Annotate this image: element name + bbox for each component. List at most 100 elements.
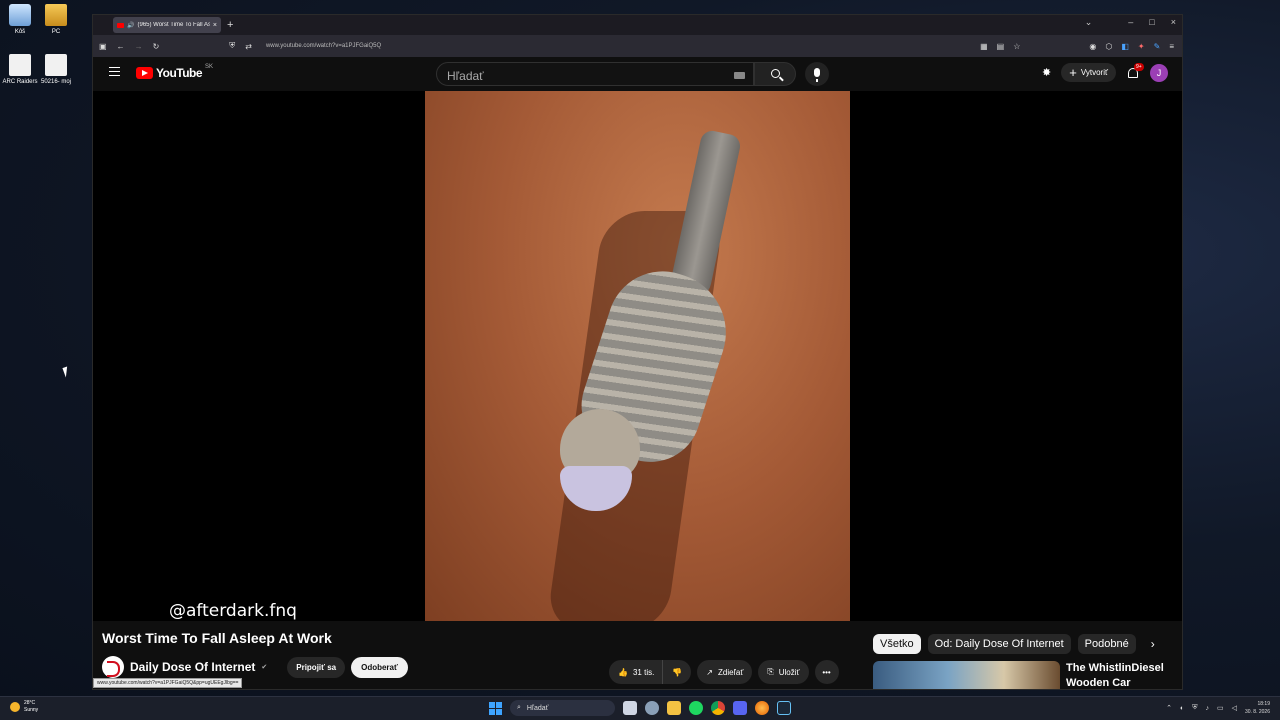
weather-widget[interactable]: 28°C Sunny [10, 700, 38, 714]
new-tab-button[interactable]: + [227, 19, 233, 31]
mouse-cursor-icon [62, 366, 71, 378]
like-button[interactable]: 👍 31 tis. [609, 660, 664, 684]
file-icon [9, 54, 31, 76]
search-button[interactable] [754, 62, 796, 86]
microphone-icon[interactable]: ♪ [1205, 705, 1209, 712]
chevron-right-icon[interactable]: › [1151, 637, 1155, 651]
more-actions-button[interactable]: ••• [814, 660, 839, 684]
file-icon [45, 54, 67, 76]
related-thumbnail[interactable] [873, 661, 1060, 689]
bookmark-star-icon[interactable]: ☆ [1013, 42, 1020, 51]
youtube-header: YouTube SK Hľadať ✸ + Vytvoriť 9+ J [93, 57, 1182, 91]
forward-icon[interactable]: → [135, 42, 143, 51]
task-view-icon[interactable] [623, 701, 637, 715]
header-actions: ✸ + Vytvoriť 9+ J [1042, 62, 1168, 82]
region-code: SK [205, 64, 214, 70]
hamburger-menu-icon[interactable] [109, 67, 120, 76]
avatar[interactable]: J [1150, 63, 1168, 82]
join-button[interactable]: Pripojiť sa [287, 656, 346, 678]
desktop-icon-pc[interactable]: PC [36, 4, 76, 35]
dislike-button[interactable]: 👎 [663, 660, 692, 684]
translate-extension-icon[interactable]: ✎ [1154, 42, 1161, 51]
taskbar-search[interactable]: ⌕ Hľadať [510, 700, 615, 716]
screenshot-icon[interactable]: ▦ [980, 42, 988, 51]
notifications-button[interactable]: 9+ [1126, 62, 1144, 81]
keyboard-icon[interactable] [734, 72, 745, 79]
reload-icon[interactable]: ↻ [153, 42, 160, 51]
desktop-icon-recycle-bin[interactable]: Kôš [0, 4, 40, 35]
desktop-icon-label: ARC Raiders [2, 79, 38, 85]
firefox-icon[interactable] [755, 701, 769, 715]
related-chips: Všetko Od: Daily Dose Of Internet Podobn… [873, 634, 1155, 654]
chip-from-channel[interactable]: Od: Daily Dose Of Internet [927, 634, 1071, 654]
extensions-icon[interactable]: ⬡ [1105, 42, 1112, 51]
monitor-icon[interactable]: ▭ [1217, 704, 1224, 712]
speaker-icon[interactable]: 🔊 [127, 22, 134, 29]
sidebar-toggle-icon[interactable]: ▣ [99, 42, 107, 51]
chip-related[interactable]: Podobné [1077, 634, 1136, 654]
chevron-up-icon[interactable]: ⌃ [1166, 704, 1172, 712]
clock-time: 18:19 [1257, 701, 1270, 707]
video-player[interactable]: @afterdark.fnq [93, 91, 1182, 621]
tab-youtube[interactable]: 🔊 (965) Worst Time To Fall As × [113, 17, 221, 33]
video-frame[interactable] [425, 91, 850, 621]
steam-icon[interactable] [777, 701, 791, 715]
search-input[interactable]: Hľadať [436, 62, 754, 86]
desktop-icon-document[interactable]: 50216- moj [36, 54, 76, 85]
extension-shield-icon[interactable]: ◉ [1089, 42, 1096, 51]
tray-shield-icon[interactable]: ⛨ [1192, 704, 1197, 712]
extension-blue-icon[interactable]: ◧ [1121, 42, 1129, 51]
minimize-button[interactable]: – [1128, 17, 1133, 28]
clock[interactable]: 18:19 30. 8. 2026 [1245, 700, 1270, 716]
file-explorer-icon[interactable] [667, 701, 681, 715]
discord-icon[interactable] [733, 701, 747, 715]
verified-icon: ✔ [261, 664, 268, 671]
shield-icon[interactable]: ⛨ [229, 41, 235, 51]
voice-search-button[interactable] [805, 62, 829, 86]
weather-temperature: 28°C [24, 700, 36, 706]
tabs-list-button[interactable]: ⌄ [1085, 17, 1093, 28]
chrome-icon[interactable] [711, 701, 725, 715]
youtube-logo[interactable]: YouTube SK [136, 64, 214, 80]
thumbs-down-icon: 👎 [672, 667, 683, 677]
reader-view-icon[interactable]: ▤ [997, 42, 1005, 51]
url-bar[interactable]: www.youtube.com/watch?v=a1PJFGaiQ5Q [266, 43, 381, 49]
desktop-icon-arc-raiders[interactable]: ARC Raiders [0, 54, 40, 85]
related-title[interactable]: The WhistlinDiesel Wooden Car [1066, 661, 1166, 689]
desktop-icon-label: Kôš [14, 29, 26, 35]
subscribe-button[interactable]: Odoberať [351, 656, 408, 678]
create-button[interactable]: + Vytvoriť [1061, 63, 1116, 82]
maximize-button[interactable]: □ [1149, 17, 1154, 28]
spotify-icon[interactable] [689, 701, 703, 715]
chip-all[interactable]: Všetko [873, 634, 921, 654]
settings-icon[interactable] [645, 701, 659, 715]
save-label: Uložiť [778, 667, 800, 677]
speaker-icon[interactable]: ◁ [1232, 704, 1237, 712]
video-title: Worst Time To Fall Asleep At Work [102, 630, 332, 646]
extension-red-icon[interactable]: ✦ [1138, 42, 1145, 51]
magic-wand-icon[interactable]: ✸ [1042, 66, 1051, 79]
back-icon[interactable]: ← [117, 42, 125, 51]
tab-close-button[interactable]: × [213, 22, 217, 29]
status-bar-url: www.youtube.com/watch?v=a1PJFGaiQ5Q&pp=u… [93, 678, 243, 688]
taskbar: 28°C Sunny ⌕ Hľadať ⌃ ◐ ⛨ ♪ ▭ ◁ 18:19 30… [0, 696, 1280, 720]
channel-avatar[interactable] [102, 656, 124, 678]
browser-window: 🔊 (965) Worst Time To Fall As × + ⌄ – □ … [92, 14, 1183, 690]
toolbar-icons: ▦ ▤ ☆ ◉ ⬡ ◧ ✦ ✎ ≡ [980, 42, 1174, 51]
close-window-button[interactable]: × [1171, 17, 1176, 28]
channel-name[interactable]: Daily Dose Of Internet [130, 660, 255, 674]
related-video[interactable]: The WhistlinDiesel Wooden Car [873, 661, 1166, 689]
tray-app-icon[interactable]: ◐ [1180, 705, 1184, 712]
create-label: Vytvoriť [1080, 68, 1108, 77]
thumbs-up-icon: 👍 [618, 667, 628, 677]
bookmark-icon: ⎘ [767, 667, 774, 676]
microphone-icon [814, 68, 820, 82]
save-button[interactable]: ⎘ Uložiť [758, 660, 809, 684]
search-placeholder: Hľadať [447, 69, 484, 83]
share-label: Zdieľať [717, 667, 744, 677]
site-settings-icon[interactable]: ⇄ [245, 42, 252, 51]
windows-start-icon[interactable] [489, 701, 502, 715]
menu-icon[interactable]: ≡ [1169, 42, 1174, 51]
share-button[interactable]: ↗ Zdieľať [697, 660, 753, 684]
like-count: 31 tis. [632, 667, 655, 677]
